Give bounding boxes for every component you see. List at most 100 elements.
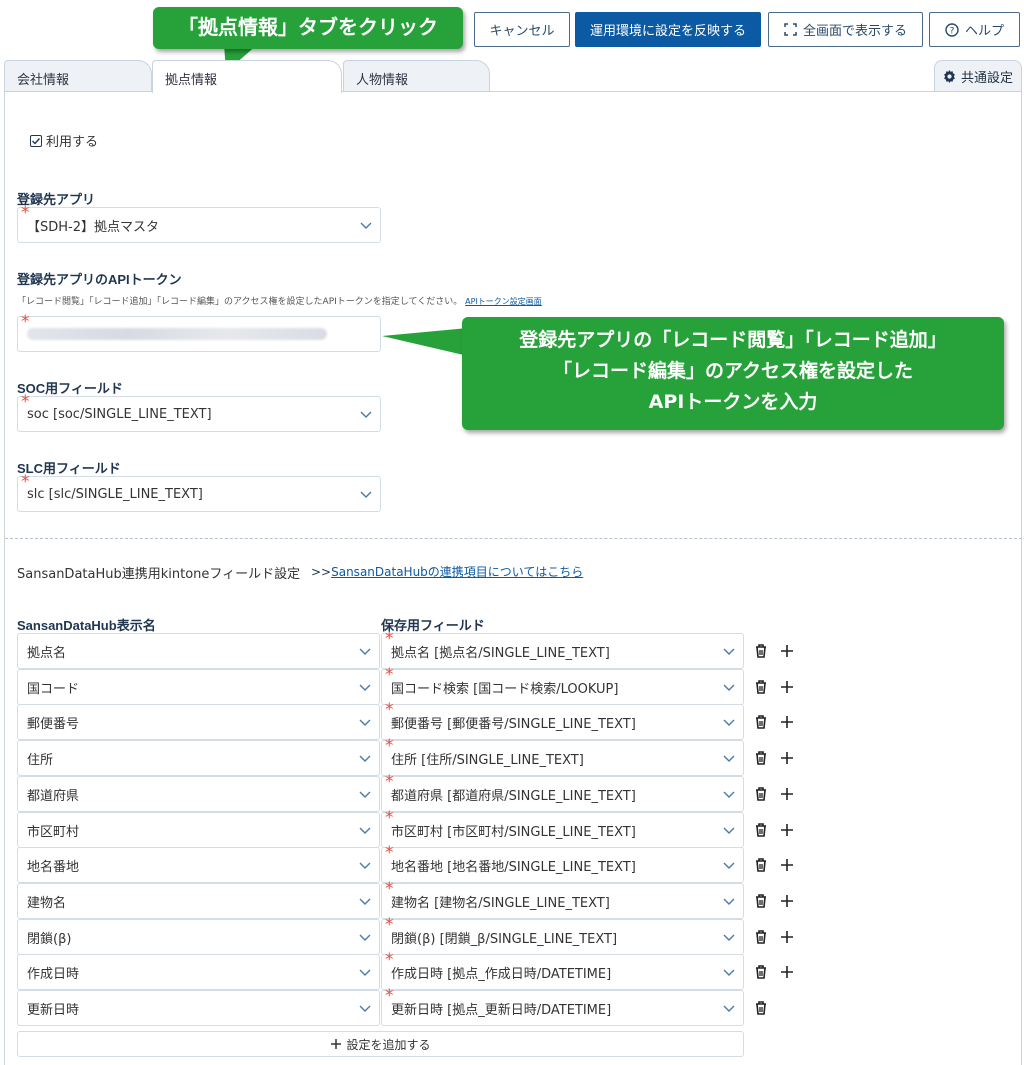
delete-row-icon[interactable] xyxy=(753,893,769,909)
delete-row-icon[interactable] xyxy=(753,857,769,873)
add-row-icon[interactable] xyxy=(779,750,795,766)
add-setting-label: 設定を追加する xyxy=(346,1037,431,1052)
callout-pointer xyxy=(382,328,468,356)
display-name-value: 地名番地 xyxy=(27,859,80,875)
display-name-select[interactable]: 都道府県 xyxy=(17,776,380,812)
delete-row-icon[interactable] xyxy=(753,964,769,980)
save-field-select[interactable]: * 市区町村 [市区町村/SINGLE_LINE_TEXT] xyxy=(381,810,744,848)
apply-label: 運用環境に設定を反映する xyxy=(589,24,746,39)
save-field-select[interactable]: * 閉鎖(β) [閉鎖_β/SINGLE_LINE_TEXT] xyxy=(381,917,744,955)
mapping-link-row[interactable]: >>SansanDataHubの連携項目についてはこちら xyxy=(311,563,583,580)
fullscreen-icon xyxy=(784,23,797,36)
save-field-select[interactable]: * 国コード検索 [国コード検索/LOOKUP] xyxy=(381,665,744,705)
display-name-select[interactable]: 地名番地 xyxy=(17,847,380,883)
target-app-select[interactable]: * 【SDH-2】拠点マスタ xyxy=(17,205,381,243)
display-name-select[interactable]: 拠点名 xyxy=(17,633,380,669)
mapping-help-link[interactable]: SansanDataHubの連携項目についてはこちら xyxy=(331,565,583,579)
tab-hint-text: 「拠点情報」タブをクリック xyxy=(178,15,438,39)
save-field-value: 作成日時 [拠点_作成日時/DATETIME] xyxy=(391,966,612,982)
api-token-settings-link[interactable]: APIトークン設定画面 xyxy=(465,297,542,306)
slc-field-label: SLC用フィールド xyxy=(17,461,121,476)
tab-person-info[interactable]: 人物情報 xyxy=(343,60,490,92)
display-name-select[interactable]: 国コード xyxy=(17,669,380,705)
chevron-down-icon xyxy=(723,934,735,941)
fullscreen-button[interactable]: 全画面で表示する xyxy=(768,12,923,47)
add-row-icon[interactable] xyxy=(779,964,795,980)
delete-row-icon[interactable] xyxy=(753,1000,769,1016)
cancel-button[interactable]: キャンセル xyxy=(474,12,570,47)
save-field-value: 地名番地 [地名番地/SINGLE_LINE_TEXT] xyxy=(391,859,636,875)
display-name-select[interactable]: 作成日時 xyxy=(17,954,380,990)
target-app-value: 【SDH-2】拠点マスタ xyxy=(27,219,159,235)
display-name-select[interactable]: 郵便番号 xyxy=(17,704,380,740)
save-field-value: 郵便番号 [郵便番号/SINGLE_LINE_TEXT] xyxy=(391,716,636,732)
add-row-icon[interactable] xyxy=(779,679,795,695)
chevron-down-icon xyxy=(359,755,371,762)
display-name-select[interactable]: 閉鎖(β) xyxy=(17,919,380,955)
chevron-down-icon xyxy=(723,791,735,798)
slc-field-select[interactable]: * slc [slc/SINGLE_LINE_TEXT] xyxy=(17,472,381,512)
chevron-down-icon xyxy=(723,862,735,869)
slc-field-value: slc [slc/SINGLE_LINE_TEXT] xyxy=(27,486,203,502)
use-checkbox[interactable] xyxy=(30,134,42,147)
add-setting-button[interactable]: 設定を追加する xyxy=(17,1031,744,1057)
delete-row-icon[interactable] xyxy=(753,929,769,945)
save-field-select[interactable]: * 拠点名 [拠点名/SINGLE_LINE_TEXT] xyxy=(381,631,744,669)
api-token-input[interactable]: * xyxy=(17,314,381,352)
callout-line-1: 登録先アプリの「レコード閲覧」「レコード追加」 xyxy=(519,329,947,351)
display-name-value: 国コード xyxy=(27,681,80,697)
tab-location-info[interactable]: 拠点情報 xyxy=(152,60,342,93)
delete-row-icon[interactable] xyxy=(753,714,769,730)
add-row-icon[interactable] xyxy=(779,643,795,659)
chevron-down-icon xyxy=(359,827,371,834)
display-name-select[interactable]: 市区町村 xyxy=(17,812,380,848)
display-name-select[interactable]: 更新日時 xyxy=(17,990,380,1026)
mapping-link-prefix: >> xyxy=(311,565,332,579)
add-row-icon[interactable] xyxy=(779,857,795,873)
tab-company-label: 会社情報 xyxy=(17,73,70,88)
save-field-select[interactable]: * 郵便番号 [郵便番号/SINGLE_LINE_TEXT] xyxy=(381,700,744,740)
save-field-value: 建物名 [建物名/SINGLE_LINE_TEXT] xyxy=(391,895,610,911)
save-field-value: 閉鎖(β) [閉鎖_β/SINGLE_LINE_TEXT] xyxy=(391,931,618,947)
display-name-value: 拠点名 xyxy=(27,645,67,661)
delete-row-icon[interactable] xyxy=(753,786,769,802)
save-field-select[interactable]: * 建物名 [建物名/SINGLE_LINE_TEXT] xyxy=(381,881,744,919)
display-name-value: 都道府県 xyxy=(27,788,80,804)
soc-field-select[interactable]: * soc [soc/SINGLE_LINE_TEXT] xyxy=(17,394,381,432)
add-row-icon[interactable] xyxy=(779,893,795,909)
delete-row-icon[interactable] xyxy=(753,643,769,659)
col-header-display-name: SansanDataHub表示名 xyxy=(17,618,156,633)
use-checkbox-row[interactable]: 利用する xyxy=(30,131,98,150)
save-field-select[interactable]: * 作成日時 [拠点_作成日時/DATETIME] xyxy=(381,952,744,990)
add-row-icon[interactable] xyxy=(779,929,795,945)
delete-row-icon[interactable] xyxy=(753,822,769,838)
save-field-select[interactable]: * 都道府県 [都道府県/SINGLE_LINE_TEXT] xyxy=(381,772,744,812)
chevron-down-icon xyxy=(360,491,372,498)
tab-common-settings[interactable]: 共通設定 xyxy=(934,60,1022,92)
required-mark: * xyxy=(385,772,394,792)
save-field-select[interactable]: * 更新日時 [拠点_更新日時/DATETIME] xyxy=(381,988,744,1026)
save-field-select[interactable]: * 地名番地 [地名番地/SINGLE_LINE_TEXT] xyxy=(381,845,744,883)
chevron-down-icon xyxy=(359,684,371,691)
help-button[interactable]: ? ヘルプ xyxy=(929,12,1020,47)
required-mark: * xyxy=(21,472,30,492)
chevron-down-icon xyxy=(723,648,735,655)
apply-to-production-button[interactable]: 運用環境に設定を反映する xyxy=(575,12,761,47)
chevron-down-icon xyxy=(360,222,372,229)
add-row-icon[interactable] xyxy=(779,822,795,838)
add-row-icon[interactable] xyxy=(779,714,795,730)
help-label: ヘルプ xyxy=(964,24,1004,39)
add-row-icon[interactable] xyxy=(779,786,795,802)
api-token-blurred-value xyxy=(27,328,327,340)
save-field-value: 拠点名 [拠点名/SINGLE_LINE_TEXT] xyxy=(391,645,610,661)
delete-row-icon[interactable] xyxy=(753,679,769,695)
required-mark: * xyxy=(385,665,394,685)
display-name-select[interactable]: 住所 xyxy=(17,740,380,776)
tab-company-info[interactable]: 会社情報 xyxy=(4,60,152,92)
save-field-select[interactable]: * 住所 [住所/SINGLE_LINE_TEXT] xyxy=(381,738,744,776)
required-mark: * xyxy=(385,700,394,720)
tab-location-label: 拠点情報 xyxy=(165,73,218,88)
display-name-select[interactable]: 建物名 xyxy=(17,883,380,919)
display-name-value: 閉鎖(β) xyxy=(27,931,72,947)
delete-row-icon[interactable] xyxy=(753,750,769,766)
